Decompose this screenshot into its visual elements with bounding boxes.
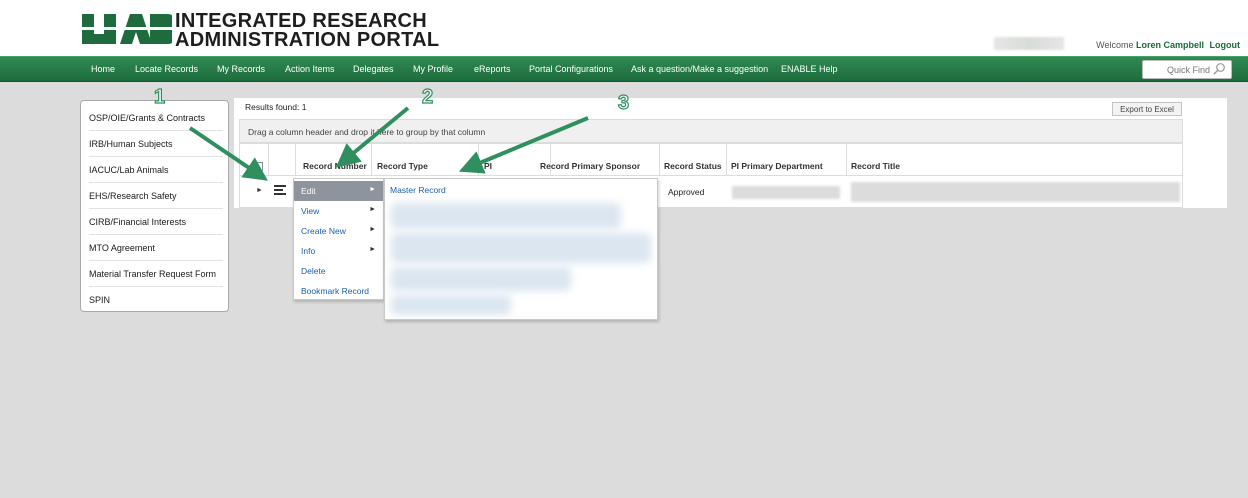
user-name[interactable]: Loren Campbell xyxy=(1136,40,1204,50)
nav-delegates[interactable]: Delegates xyxy=(353,64,394,74)
expand-row-icon[interactable]: ► xyxy=(256,187,263,194)
menu-item-edit[interactable]: Edit ► xyxy=(294,181,383,201)
column-header-pi-department[interactable]: PI Primary Department xyxy=(731,161,823,171)
export-to-excel-button[interactable]: Export to Excel xyxy=(1112,102,1182,116)
menu-item-info[interactable]: Info ► xyxy=(294,241,383,261)
edit-submenu: Master Record xyxy=(384,178,658,320)
callout-number-1: 1 xyxy=(153,85,166,108)
sidebar-item-cirb[interactable]: CIRB/Financial Interests xyxy=(89,209,223,235)
nav-ask-question[interactable]: Ask a question/Make a suggestion xyxy=(631,64,768,74)
redacted-menu-entries xyxy=(391,203,621,229)
redacted-menu-entries xyxy=(391,233,651,263)
portal-title-line2: ADMINISTRATION PORTAL xyxy=(175,29,440,51)
row-actions-menu-icon[interactable] xyxy=(273,183,287,197)
row-context-menu: Edit ► View ► Create New ► Info ► Delete… xyxy=(293,178,384,300)
welcome-prefix: Welcome xyxy=(1096,40,1134,50)
callout-number-3: 3 xyxy=(617,91,630,114)
module-sidebar: OSP/OIE/Grants & Contracts IRB/Human Sub… xyxy=(80,100,229,312)
column-header-record-title[interactable]: Record Title xyxy=(851,161,900,171)
menu-item-label: Edit xyxy=(301,186,316,196)
sidebar-item-irb[interactable]: IRB/Human Subjects xyxy=(89,131,223,157)
column-header-record-type[interactable]: Record Type xyxy=(377,161,428,171)
select-all-checkbox[interactable] xyxy=(254,162,263,171)
menu-item-label: Info xyxy=(301,246,316,256)
welcome-message: Welcome Loren Campbell xyxy=(1096,40,1204,50)
redacted-menu-entries xyxy=(391,295,511,315)
nav-my-profile[interactable]: My Profile xyxy=(413,64,453,74)
column-header-primary-sponsor[interactable]: Record Primary Sponsor xyxy=(540,161,640,171)
nav-ereports[interactable]: eReports xyxy=(474,64,511,74)
column-header-record-status[interactable]: Record Status xyxy=(664,161,722,171)
redacted-department xyxy=(732,186,840,199)
logout-link[interactable]: Logout xyxy=(1210,40,1241,50)
column-header-record-number[interactable]: Record Number xyxy=(303,161,367,171)
menu-item-view[interactable]: View ► xyxy=(294,201,383,221)
search-icon[interactable] xyxy=(1212,62,1226,76)
group-by-hint: Drag a column header and drop it here to… xyxy=(248,127,486,137)
portal-title-line1: INTEGRATED RESEARCH xyxy=(175,10,428,32)
submenu-arrow-icon: ► xyxy=(369,206,376,213)
redacted-menu-entries xyxy=(391,267,571,291)
uab-logo-icon xyxy=(80,14,172,44)
nav-home[interactable]: Home xyxy=(91,64,115,74)
submenu-arrow-icon: ► xyxy=(369,246,376,253)
group-by-drop-area[interactable]: Drag a column header and drop it here to… xyxy=(239,119,1183,143)
menu-item-create-new[interactable]: Create New ► xyxy=(294,221,383,241)
submenu-item-master-record[interactable]: Master Record xyxy=(390,185,446,195)
redacted-title xyxy=(851,182,1180,202)
nav-enable-help[interactable]: ENABLE Help xyxy=(781,64,838,74)
sidebar-item-ehs[interactable]: EHS/Research Safety xyxy=(89,183,223,209)
portal-header: INTEGRATED RESEARCH ADMINISTRATION PORTA… xyxy=(0,0,1248,56)
submenu-arrow-icon: ► xyxy=(369,186,376,193)
redacted-area xyxy=(994,37,1064,50)
menu-item-label: View xyxy=(301,206,320,216)
nav-my-records[interactable]: My Records xyxy=(217,64,265,74)
sidebar-item-material-transfer[interactable]: Material Transfer Request Form xyxy=(89,261,223,287)
nav-locate-records[interactable]: Locate Records xyxy=(135,64,198,74)
submenu-arrow-icon: ► xyxy=(369,226,376,233)
record-status-cell: Approved xyxy=(668,187,705,197)
column-header-pi[interactable]: PI xyxy=(484,161,492,171)
main-nav-bar: Home Locate Records My Records Action It… xyxy=(0,56,1248,82)
sidebar-item-spin[interactable]: SPIN xyxy=(89,287,223,313)
grid-header-row: Record Number Record Type PI Record Prim… xyxy=(239,143,1183,209)
nav-action-items[interactable]: Action Items xyxy=(285,64,335,74)
callout-number-2: 2 xyxy=(421,85,434,108)
menu-item-label: Create New xyxy=(301,226,346,236)
sidebar-item-iacuc[interactable]: IACUC/Lab Animals xyxy=(89,157,223,183)
menu-item-delete[interactable]: Delete xyxy=(294,261,383,281)
nav-portal-configurations[interactable]: Portal Configurations xyxy=(529,64,613,74)
menu-item-bookmark-record[interactable]: Bookmark Record xyxy=(294,281,383,301)
sidebar-item-mto[interactable]: MTO Agreement xyxy=(89,235,223,261)
results-count: Results found: 1 xyxy=(245,102,307,112)
